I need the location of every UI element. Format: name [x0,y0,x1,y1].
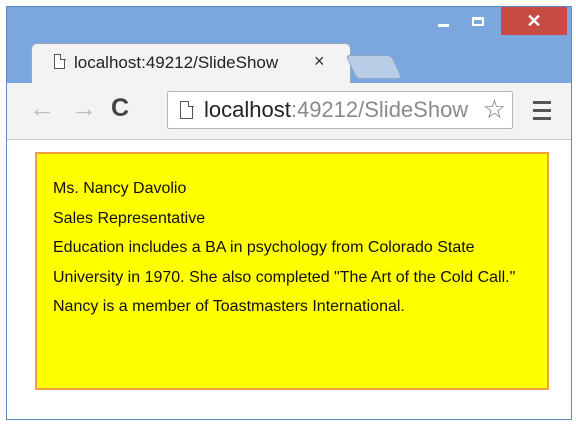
url-path: :49212/SlideShow [290,97,469,122]
minimize-icon [437,23,449,27]
page-content: Ms. Nancy Davolio Sales Representative E… [7,140,571,419]
maximize-button[interactable] [463,7,493,35]
page-icon [54,53,66,69]
employee-title: Sales Representative [53,209,206,227]
employee-card: Ms. Nancy Davolio Sales Representative E… [35,152,549,390]
employee-notes: Education includes a BA in psychology fr… [53,239,516,315]
page-icon [180,100,194,119]
minimize-button[interactable] [429,7,457,35]
bookmark-star-icon[interactable]: ☆ [483,95,506,123]
url-host: localhost [204,97,291,122]
tab-active[interactable]: localhost:49212/SlideShow × [31,43,351,83]
tab-close-icon[interactable]: × [314,51,325,72]
maximize-icon [472,16,484,26]
close-window-button[interactable]: ✕ [501,7,567,35]
browser-toolbar: ← → C localhost:49212/SlideShow ☆ [7,83,571,140]
address-bar[interactable]: localhost:49212/SlideShow ☆ [167,91,513,129]
back-arrow-icon[interactable]: ← [29,95,55,121]
reload-icon[interactable]: C [111,95,129,121]
new-tab-button[interactable] [345,55,403,79]
menu-icon[interactable] [533,101,551,125]
employee-name: Ms. Nancy Davolio [53,180,187,197]
forward-arrow-icon[interactable]: → [71,95,97,121]
title-bar: ✕ localhost:49212/SlideShow × [7,7,571,87]
browser-window: ✕ localhost:49212/SlideShow × ← → C loca… [6,6,572,420]
url-text[interactable]: localhost:49212/SlideShow [204,97,470,123]
tab-title: localhost:49212/SlideShow [74,53,279,72]
